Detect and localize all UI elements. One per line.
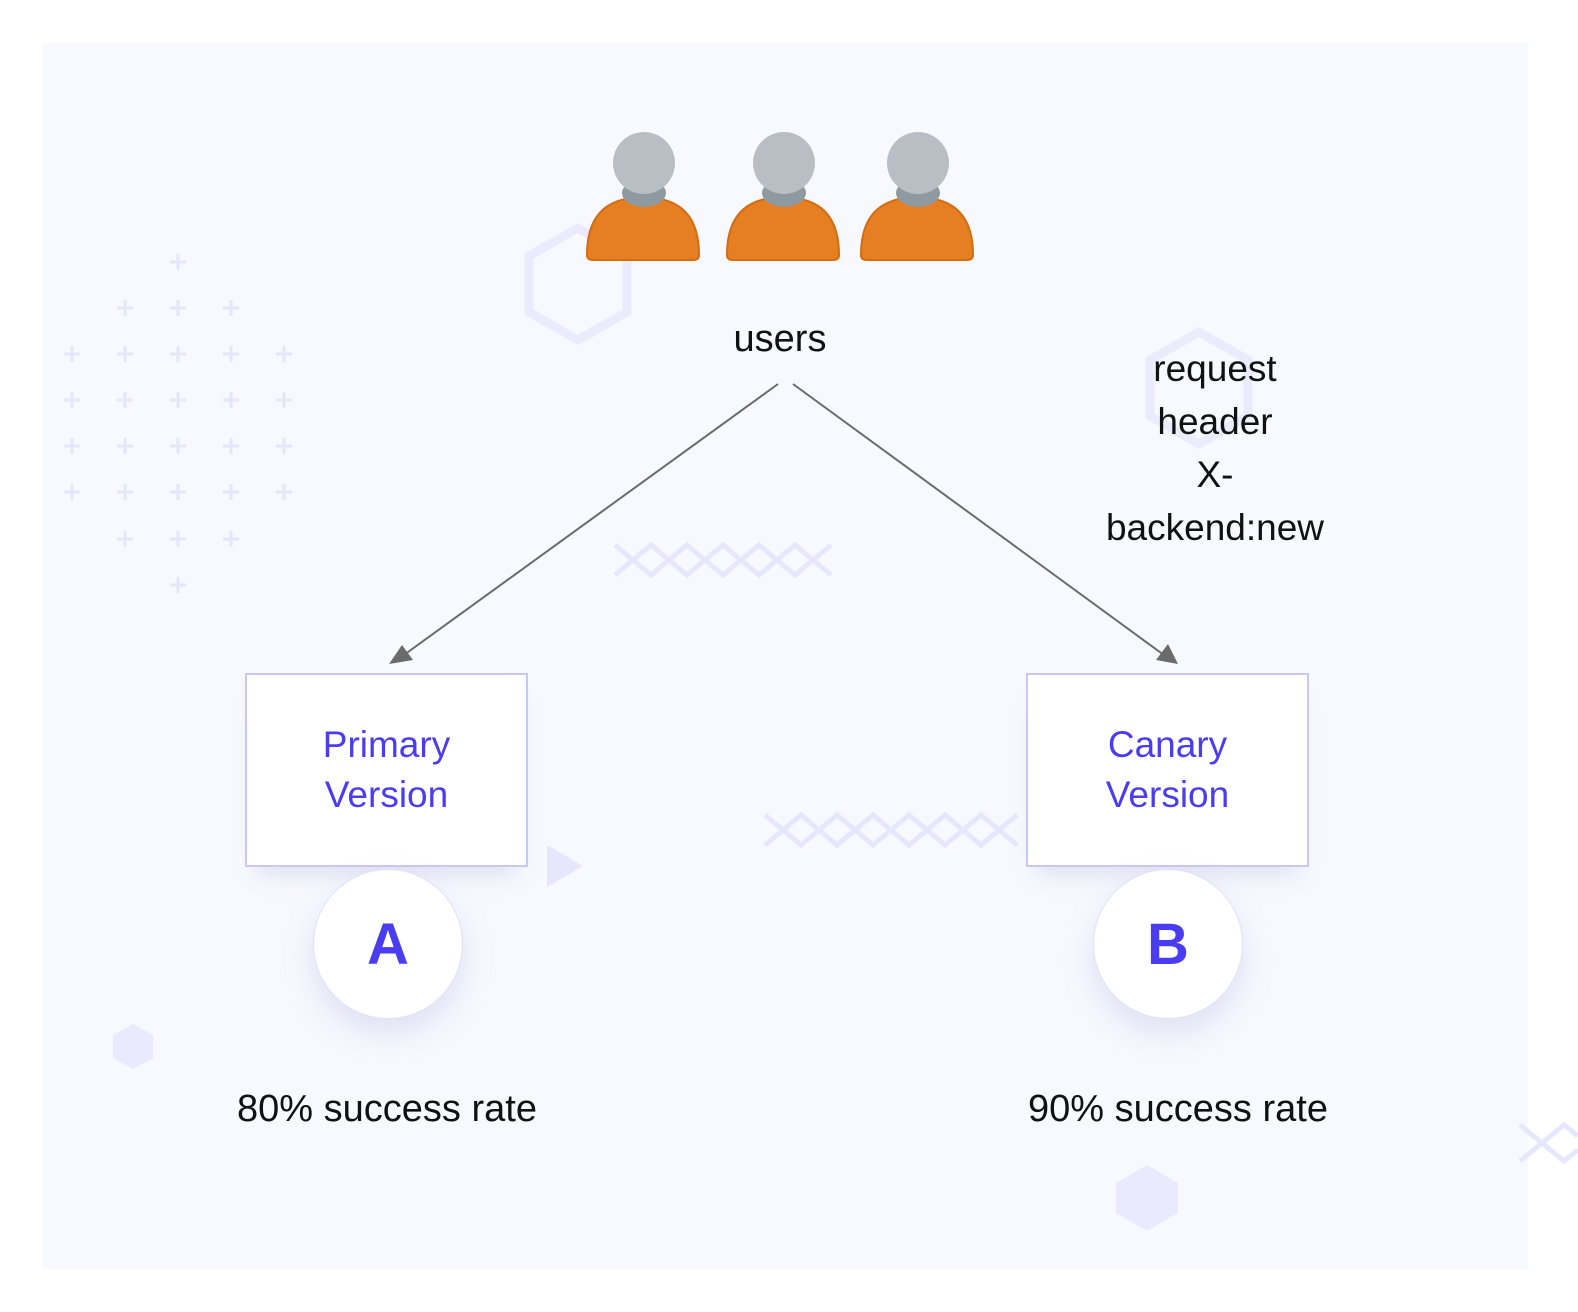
success-rate-canary: 90% success rate [1028,1088,1328,1130]
routing-rule-line: request [1153,348,1277,389]
routing-rule-line: header [1157,401,1273,442]
user-icon [859,132,975,261]
routing-rule-line: backend:new [1105,507,1325,548]
version-title: Version [1105,774,1230,815]
canary-version-box: Canary Version [1026,673,1309,867]
success-rate-primary: 80% success rate [237,1088,537,1130]
version-title: Version [324,774,449,815]
routing-rule-line: X- [1196,454,1234,495]
version-badge-b: B [1093,869,1243,1019]
routing-rule-label: request header X- backend:new [1060,342,1370,554]
version-title: Primary [322,724,451,765]
version-title: Canary [1107,724,1228,765]
user-icon [585,132,701,261]
users-label: users [733,318,827,360]
user-icon [725,132,841,261]
version-badge-a: A [313,869,463,1019]
primary-version-box: Primary Version [245,673,528,867]
